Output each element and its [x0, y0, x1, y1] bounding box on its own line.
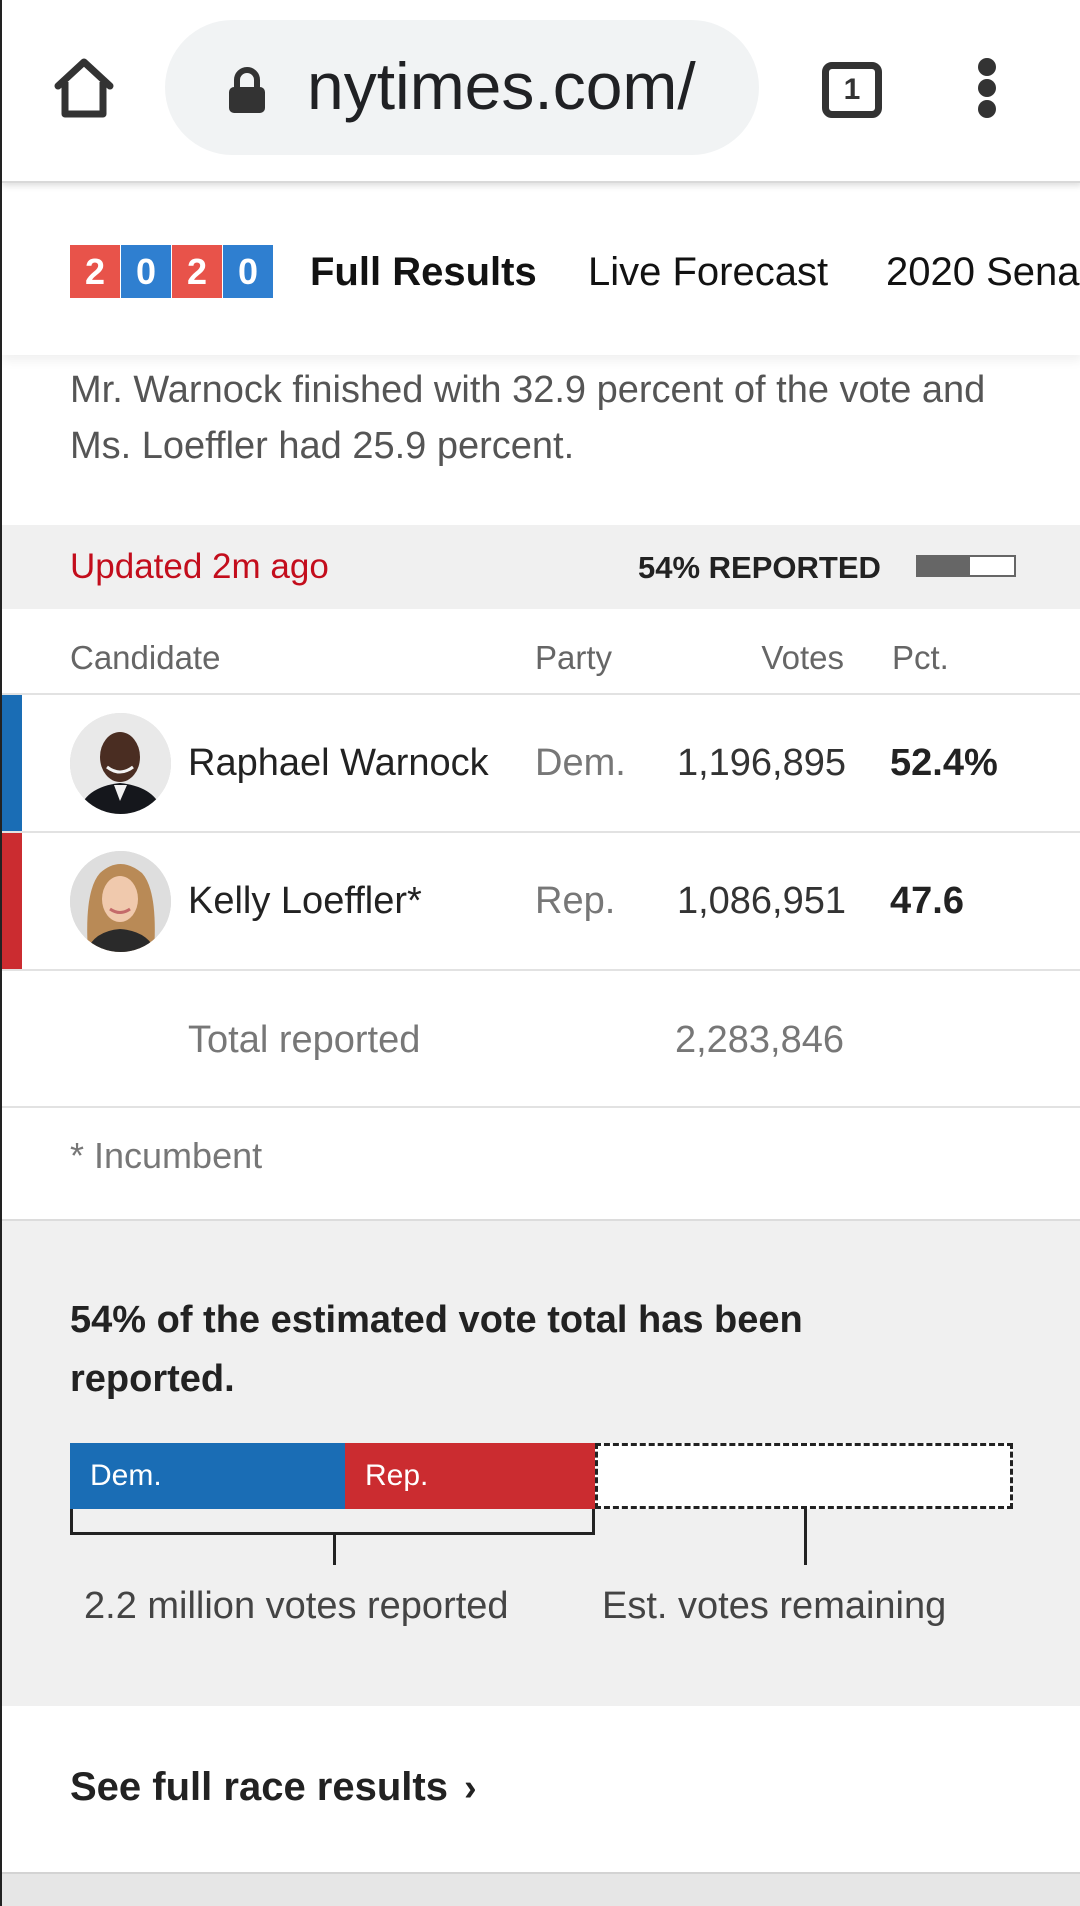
remaining-segment — [595, 1443, 1013, 1509]
reported-bracket — [70, 1509, 595, 1535]
more-vertical-icon[interactable] — [978, 58, 998, 118]
party-color-stripe — [2, 833, 22, 969]
race-summary: Mr. Warnock finished with 32.9 percent o… — [70, 369, 986, 467]
rep-segment: Rep. — [345, 1443, 595, 1509]
address-bar[interactable]: nytimes.com/ — [165, 20, 759, 155]
remaining-tick — [804, 1509, 807, 1565]
candidate-votes: 1,196,895 — [676, 742, 846, 784]
nav-2020-senate[interactable]: 2020 Senate — [886, 247, 1080, 297]
header-party: Party — [535, 639, 613, 676]
votes-reported-caption: 2.2 million votes reported — [84, 1585, 509, 1627]
see-full-results-label: See full race results — [70, 1765, 448, 1809]
updated-timestamp: Updated 2m ago — [70, 547, 329, 586]
vote-progress-bar: Dem. Rep. — [70, 1443, 1013, 1509]
url-text[interactable]: nytimes.com/ — [307, 50, 696, 122]
see-full-results-link[interactable]: See full race results › — [70, 1762, 477, 1813]
reported-meter — [916, 555, 1016, 577]
header-votes: Votes — [761, 639, 844, 676]
logo-digit: 0 — [121, 245, 171, 298]
logo-digit: 2 — [172, 245, 222, 298]
candidate-party: Rep. — [535, 880, 616, 922]
party-color-stripe — [2, 695, 22, 831]
candidate-name: Kelly Loeffler* — [188, 880, 422, 922]
candidate-votes: 1,086,951 — [676, 880, 846, 922]
browser-toolbar: nytimes.com/ 1 — [2, 0, 1080, 183]
estimated-vote-panel: 54% of the estimated vote total has been… — [2, 1219, 1080, 1706]
estimate-heading: 54% of the estimated vote total has been… — [70, 1299, 803, 1400]
divider — [2, 969, 1080, 971]
candidate-party: Dem. — [535, 742, 626, 784]
avatar — [70, 713, 171, 814]
lock-icon — [227, 67, 267, 115]
table-row: Raphael Warnock Dem. 1,196,895 52.4% — [2, 695, 1080, 831]
logo-digit: 0 — [223, 245, 273, 298]
nav-full-results[interactable]: Full Results — [310, 247, 537, 297]
bottom-edge — [2, 1872, 1080, 1906]
logo-digit: 2 — [70, 245, 120, 298]
total-reported-votes: 2,283,846 — [674, 1019, 844, 1061]
header-candidate: Candidate — [70, 639, 221, 676]
reported-label: 54% REPORTED — [638, 550, 881, 585]
tab-switcher-icon[interactable]: 1 — [822, 62, 882, 118]
header-pct: Pct. — [892, 639, 949, 676]
avatar — [70, 851, 171, 952]
votes-remaining-caption: Est. votes remaining — [602, 1585, 947, 1627]
section-nav: 2 0 2 0 Full Results Live Forecast 2020 … — [2, 185, 1080, 355]
dem-segment: Dem. — [70, 1443, 345, 1509]
table-row: Kelly Loeffler* Rep. 1,086,951 47.6 — [2, 833, 1080, 969]
total-reported-label: Total reported — [188, 1019, 421, 1061]
candidate-pct: 47.6 — [890, 880, 964, 922]
page: nytimes.com/ 1 2 0 2 0 Full Results Live… — [0, 0, 1080, 1906]
incumbent-footnote: * Incumbent — [70, 1135, 263, 1176]
reported-meter-fill — [918, 557, 970, 575]
candidate-pct: 52.4% — [890, 742, 998, 784]
home-icon[interactable] — [50, 54, 118, 122]
update-status-bar: Updated 2m ago 54% REPORTED — [2, 525, 1080, 609]
nav-live-forecast[interactable]: Live Forecast — [588, 247, 828, 297]
reported-tick — [333, 1535, 336, 1565]
divider — [2, 1106, 1080, 1108]
election-2020-logo[interactable]: 2 0 2 0 — [70, 245, 274, 298]
chevron-right-icon: › — [463, 1767, 477, 1809]
candidate-name: Raphael Warnock — [188, 742, 489, 784]
